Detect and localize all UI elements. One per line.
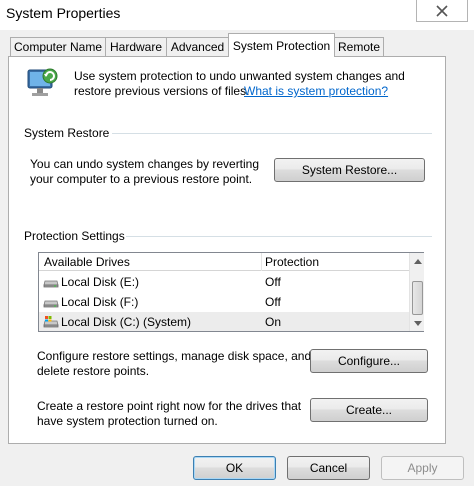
column-protection[interactable]: Protection <box>265 255 319 269</box>
tab-system-protection[interactable]: System Protection <box>228 33 335 57</box>
tab-hardware[interactable]: Hardware <box>105 37 167 56</box>
intro-line-2: restore previous versions of files. <box>74 84 250 98</box>
drive-name: Local Disk (C:) (System) <box>61 315 192 329</box>
configure-desc-line-1: Configure restore settings, manage disk … <box>37 349 312 363</box>
protection-settings-group-label: Protection Settings <box>24 229 125 243</box>
create-desc-line-2: have system protection turned on. <box>37 414 218 428</box>
system-restore-divider <box>112 133 432 134</box>
create-desc-line-1: Create a restore point right now for the… <box>37 399 302 413</box>
protection-settings-divider <box>126 236 432 237</box>
system-properties-window: System Properties Computer Name Hardware… <box>0 0 474 486</box>
scroll-down-arrow[interactable] <box>410 315 425 331</box>
drive-row[interactable]: Local Disk (E:) Off <box>39 272 410 292</box>
drive-protection-status: Off <box>265 295 281 309</box>
drive-row[interactable]: Local Disk (C:) (System) On <box>39 312 410 331</box>
intro-line-1: Use system protection to undo unwanted s… <box>74 69 405 83</box>
column-available-drives[interactable]: Available Drives <box>44 255 130 269</box>
configure-desc-line-2: delete restore points. <box>37 364 150 378</box>
chevron-up-icon <box>413 258 422 264</box>
close-button[interactable] <box>416 0 468 22</box>
drive-protection-status: On <box>265 315 282 329</box>
tab-advanced[interactable]: Advanced <box>166 37 229 56</box>
drive-name: Local Disk (E:) <box>61 275 140 289</box>
drives-list-scrollbar[interactable] <box>409 253 424 331</box>
system-protection-icon <box>24 64 60 102</box>
system-protection-panel <box>8 56 446 444</box>
window-title: System Properties <box>6 5 121 21</box>
system-restore-group-label: System Restore <box>24 126 110 140</box>
drives-list[interactable]: Available Drives Protection Local Disk (… <box>38 252 424 332</box>
title-bar: System Properties <box>0 0 474 30</box>
hard-drive-icon <box>43 297 59 311</box>
tab-remote[interactable]: Remote <box>334 37 384 56</box>
tab-computer-name[interactable]: Computer Name <box>10 37 106 56</box>
drive-row[interactable]: Local Disk (F:) Off <box>39 292 410 312</box>
ok-button[interactable]: OK <box>193 456 276 480</box>
hard-drive-icon <box>43 277 59 291</box>
system-restore-button[interactable]: System Restore... <box>274 158 425 182</box>
what-is-system-protection-link[interactable]: What is system protection? <box>244 84 388 98</box>
configure-button[interactable]: Configure... <box>310 349 428 373</box>
drive-name: Local Disk (F:) <box>61 295 139 309</box>
apply-button[interactable]: Apply <box>381 456 464 480</box>
cancel-button[interactable]: Cancel <box>287 456 370 480</box>
drive-protection-status: Off <box>265 275 281 289</box>
system-restore-desc-line-1: You can undo system changes by reverting <box>30 157 260 171</box>
create-button[interactable]: Create... <box>310 398 428 422</box>
close-icon <box>436 4 448 17</box>
chevron-down-icon <box>413 320 422 326</box>
tab-strip: Computer Name Hardware Advanced System P… <box>0 30 474 57</box>
system-drive-icon <box>43 315 59 331</box>
scroll-up-arrow[interactable] <box>410 253 425 269</box>
system-restore-desc-line-2: your computer to a previous restore poin… <box>30 172 253 186</box>
drives-list-header: Available Drives Protection <box>39 253 410 271</box>
scroll-thumb[interactable] <box>412 281 423 315</box>
